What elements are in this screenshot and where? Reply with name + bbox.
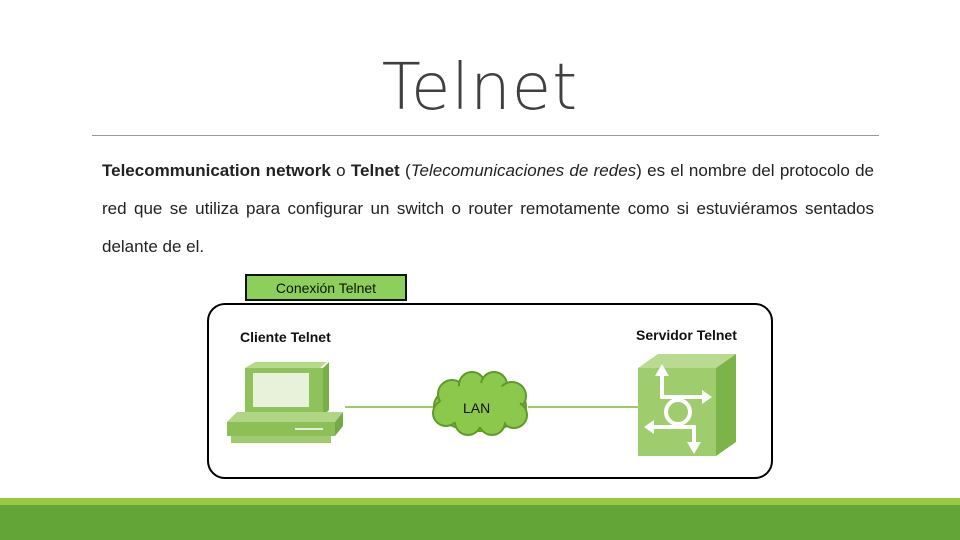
lan-label: LAN bbox=[463, 400, 491, 416]
server-label: Servidor Telnet bbox=[636, 327, 737, 343]
computer-icon bbox=[227, 362, 343, 443]
connector-text: o bbox=[330, 161, 351, 180]
connection-header: Conexión Telnet bbox=[245, 274, 407, 301]
acronym-bold: Telnet bbox=[350, 161, 400, 180]
footer-bar bbox=[0, 505, 960, 540]
client-lan-link bbox=[345, 406, 440, 408]
title-divider bbox=[92, 135, 879, 136]
slide-title: Telnet bbox=[381, 51, 579, 125]
description-paragraph: Telecommunication network o Telnet (Tele… bbox=[102, 152, 874, 266]
server-switch-icon bbox=[638, 354, 736, 456]
term-bold: Telecommunication network bbox=[102, 161, 331, 180]
translation-italic: Telecomunicaciones de redes bbox=[410, 161, 637, 180]
footer-accent-bar bbox=[0, 498, 960, 505]
paren-open: ( bbox=[399, 161, 411, 180]
client-label: Cliente Telnet bbox=[240, 329, 331, 345]
lan-server-link bbox=[528, 406, 640, 408]
